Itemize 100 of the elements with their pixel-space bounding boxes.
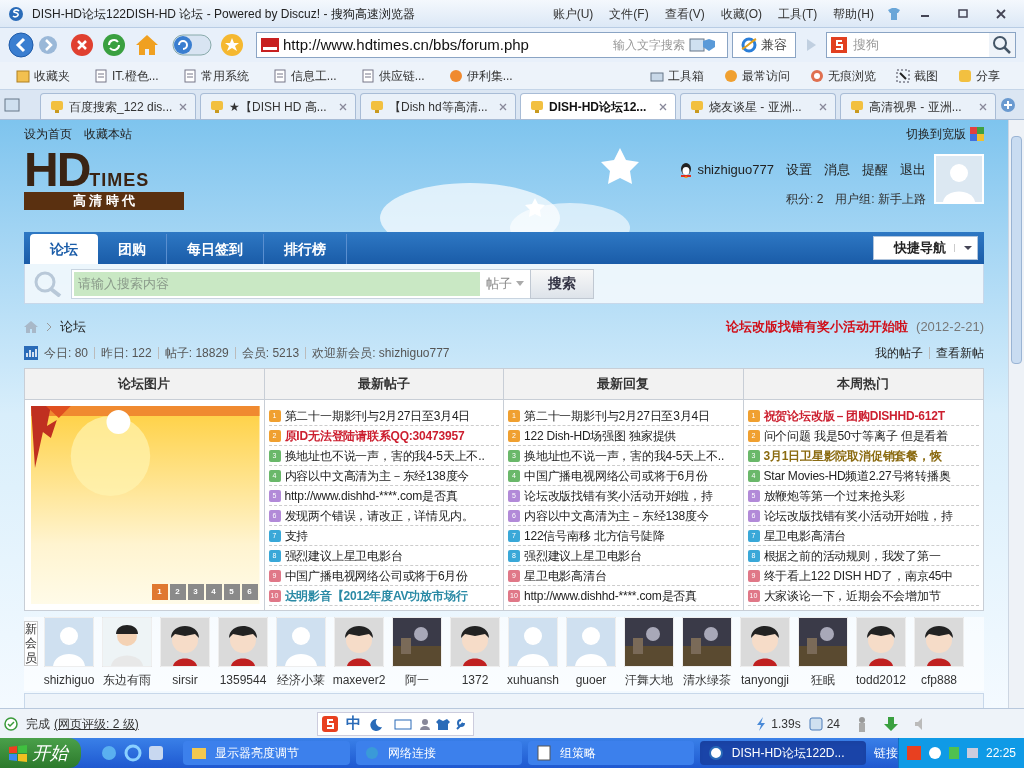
user-post-link[interactable]: 我的帖子 bbox=[875, 344, 923, 362]
tab-list-icon[interactable] bbox=[4, 97, 20, 112]
address-bar[interactable]: http://www.hdtimes.cn/bbs/forum.php 输入文字搜索 bbox=[256, 32, 728, 58]
refresh-icon[interactable] bbox=[102, 33, 126, 57]
ime-toolbar[interactable]: 中 bbox=[316, 711, 474, 736]
compat-mode-button[interactable]: 兼容 bbox=[732, 32, 796, 58]
browser-tab[interactable]: 高清视界 - 亚洲... bbox=[840, 93, 996, 119]
wide-mode-link[interactable]: 切换到宽版 bbox=[906, 125, 966, 143]
nav-tab[interactable]: 论坛 bbox=[30, 234, 98, 264]
thread-link[interactable]: 论坛改版找错有奖小活动开始啦，持 bbox=[763, 506, 953, 525]
back-icon[interactable] bbox=[8, 32, 34, 58]
stop-icon[interactable] bbox=[70, 33, 94, 57]
scope-dropdown[interactable]: 帖子 bbox=[480, 269, 530, 298]
thread-link[interactable]: http://www.dishhd-****.com是否真 bbox=[284, 486, 458, 505]
menu-item[interactable]: 收藏(O) bbox=[716, 4, 766, 23]
thread-link[interactable]: 根据之前的活动规则，我发了第一 bbox=[763, 546, 941, 565]
home-icon[interactable] bbox=[134, 33, 160, 57]
bookmark-item[interactable]: IT.橙色... bbox=[90, 66, 163, 85]
avatar-icon[interactable] bbox=[450, 617, 500, 667]
scrollbar-thumb[interactable] bbox=[1011, 136, 1022, 364]
site-logo[interactable]: HDTIMES 高 清 時 代 bbox=[24, 152, 184, 210]
thread-link[interactable]: 内容以中文高清为主－东经138度今 bbox=[524, 506, 709, 525]
toolbar-item[interactable]: 无痕浏览 bbox=[806, 66, 880, 85]
avatar-icon[interactable] bbox=[102, 617, 152, 667]
quick-nav-button[interactable]: 快捷导航 bbox=[873, 236, 978, 260]
toolbar-item[interactable]: 截图 bbox=[892, 66, 942, 85]
taskbar-button[interactable]: 网络连接 bbox=[355, 741, 522, 765]
thread-link[interactable]: 终于看上122 DISH HD了，南京45中 bbox=[763, 566, 954, 585]
shirt-icon[interactable] bbox=[886, 6, 902, 21]
thread-link[interactable]: 大家谈论一下，近期会不会增加节 bbox=[763, 586, 941, 605]
member-link[interactable]: 1359544 bbox=[219, 671, 267, 689]
menu-item[interactable]: 账户(U) bbox=[548, 4, 598, 23]
member-link[interactable]: maxever2 bbox=[332, 671, 386, 689]
thread-link[interactable]: 强烈建议上星卫电影台 bbox=[284, 546, 403, 565]
member-link[interactable]: 清水绿茶 bbox=[683, 671, 731, 689]
menu-item[interactable]: 帮助(H) bbox=[829, 4, 878, 23]
new-tab-icon[interactable] bbox=[1000, 96, 1016, 113]
avatar-icon[interactable] bbox=[914, 617, 964, 667]
toolbar-item[interactable]: 最常访问 bbox=[720, 66, 794, 85]
avatar-icon[interactable] bbox=[334, 617, 384, 667]
thread-link[interactable]: 换地址也不说一声，害的我4-5天上不.. bbox=[284, 446, 485, 465]
thread-link[interactable]: 问个问题 我是50寸等离子 但是看着 bbox=[763, 426, 948, 445]
top-link[interactable]: 收藏本站 bbox=[84, 125, 132, 143]
member-link[interactable]: xuhuansh bbox=[506, 671, 559, 689]
start-button[interactable]: 开始 bbox=[0, 738, 82, 768]
search-field[interactable]: 请输入搜索内容 bbox=[74, 271, 480, 296]
thread-link[interactable]: 星卫电影高清台 bbox=[763, 526, 847, 545]
member-link[interactable]: sirsir bbox=[172, 671, 198, 689]
member-link[interactable]: cfp888 bbox=[921, 671, 957, 689]
menu-item[interactable]: 文件(F) bbox=[605, 4, 653, 23]
user-menu-link[interactable]: 提醒 bbox=[862, 160, 888, 180]
taskbar-button[interactable]: DISH-HD论坛122D... bbox=[699, 741, 866, 765]
member-link[interactable]: tanyongji bbox=[740, 671, 789, 689]
menu-item[interactable]: 工具(T) bbox=[774, 4, 822, 23]
user-menu-link[interactable]: 消息 bbox=[824, 160, 850, 180]
thread-link[interactable]: 发现两个错误，请改正，详情见内。 bbox=[284, 506, 474, 525]
thread-link[interactable]: 论坛改版找错有奖小活动开始啦，持 bbox=[524, 486, 713, 505]
thread-link[interactable]: http://www.dishhd-****.com是否真 bbox=[524, 586, 697, 605]
thread-link[interactable]: 支持 bbox=[284, 526, 309, 545]
menu-item[interactable]: 查看(V) bbox=[660, 4, 709, 23]
taskbar-button[interactable]: 显示器亮度调节 bbox=[183, 741, 350, 765]
browser-tab[interactable]: DISH-HD论坛12... bbox=[520, 93, 676, 119]
browser-tab[interactable]: ★【DISH HD 高... bbox=[200, 93, 356, 119]
thread-link[interactable]: 第二十一期影刊与2月27日至3月4日 bbox=[524, 406, 710, 425]
thread-link[interactable]: 3月1日卫星影院取消促销套餐，恢 bbox=[763, 446, 942, 465]
circle-tray-icon[interactable] bbox=[928, 747, 941, 759]
member-link[interactable]: todd2012 bbox=[855, 671, 907, 689]
toolbar-item[interactable]: 分享 bbox=[954, 66, 1004, 85]
top-link[interactable]: 设为首页 bbox=[24, 125, 72, 143]
member-link[interactable]: shizhiguo bbox=[43, 671, 95, 689]
notice-link[interactable]: 论坛改版找错有奖小活动开始啦 bbox=[726, 317, 909, 337]
search-icon[interactable] bbox=[989, 33, 1015, 57]
bookmark-item[interactable]: 供应链... bbox=[356, 66, 429, 85]
breadcrumb-link[interactable]: 论坛 bbox=[60, 317, 86, 337]
thread-link[interactable]: 祝贺论坛改版－团购DISHHD-612T bbox=[763, 406, 945, 425]
toolbar-item[interactable]: 工具箱 bbox=[646, 66, 708, 85]
thread-link[interactable]: Star Movies-HD频道2.27号将转播奥 bbox=[763, 466, 951, 485]
bookmark-item[interactable]: 伊利集... bbox=[444, 66, 517, 85]
bookmark-item[interactable]: 收藏夹 bbox=[12, 66, 74, 85]
avatar-icon[interactable] bbox=[160, 617, 210, 667]
download-icon[interactable] bbox=[884, 716, 898, 731]
thread-link[interactable]: 第二十一期影刊与2月27日至3月4日 bbox=[284, 406, 471, 425]
network-tray-icon[interactable] bbox=[966, 748, 978, 758]
forward-icon[interactable] bbox=[38, 35, 58, 55]
search-button[interactable]: 搜索 bbox=[530, 268, 594, 299]
thread-link[interactable]: 内容以中文高清为主－东经138度今 bbox=[284, 466, 470, 485]
username-link[interactable]: shizhiguo777 bbox=[697, 160, 774, 180]
search-field[interactable]: 搜狗 bbox=[853, 35, 985, 55]
avatar-icon[interactable] bbox=[218, 617, 268, 667]
bookmark-item[interactable]: 信息工... bbox=[268, 66, 341, 85]
avatar-icon[interactable] bbox=[740, 617, 790, 667]
user-menu-link[interactable]: 设置 bbox=[786, 160, 812, 180]
browser-tab[interactable]: 【Dish hd等高清... bbox=[360, 93, 516, 119]
avatar-icon[interactable] bbox=[856, 617, 906, 667]
maximize-icon[interactable] bbox=[956, 6, 970, 21]
member-link[interactable]: 阿一 bbox=[405, 671, 429, 689]
thread-link[interactable]: 122 Dish-HD场强图 独家提供 bbox=[524, 426, 677, 445]
bookmark-item[interactable]: 常用系统 bbox=[178, 66, 253, 85]
member-link[interactable]: 汗舞大地 bbox=[625, 671, 673, 689]
user-post-link[interactable]: 查看新帖 bbox=[936, 344, 984, 362]
